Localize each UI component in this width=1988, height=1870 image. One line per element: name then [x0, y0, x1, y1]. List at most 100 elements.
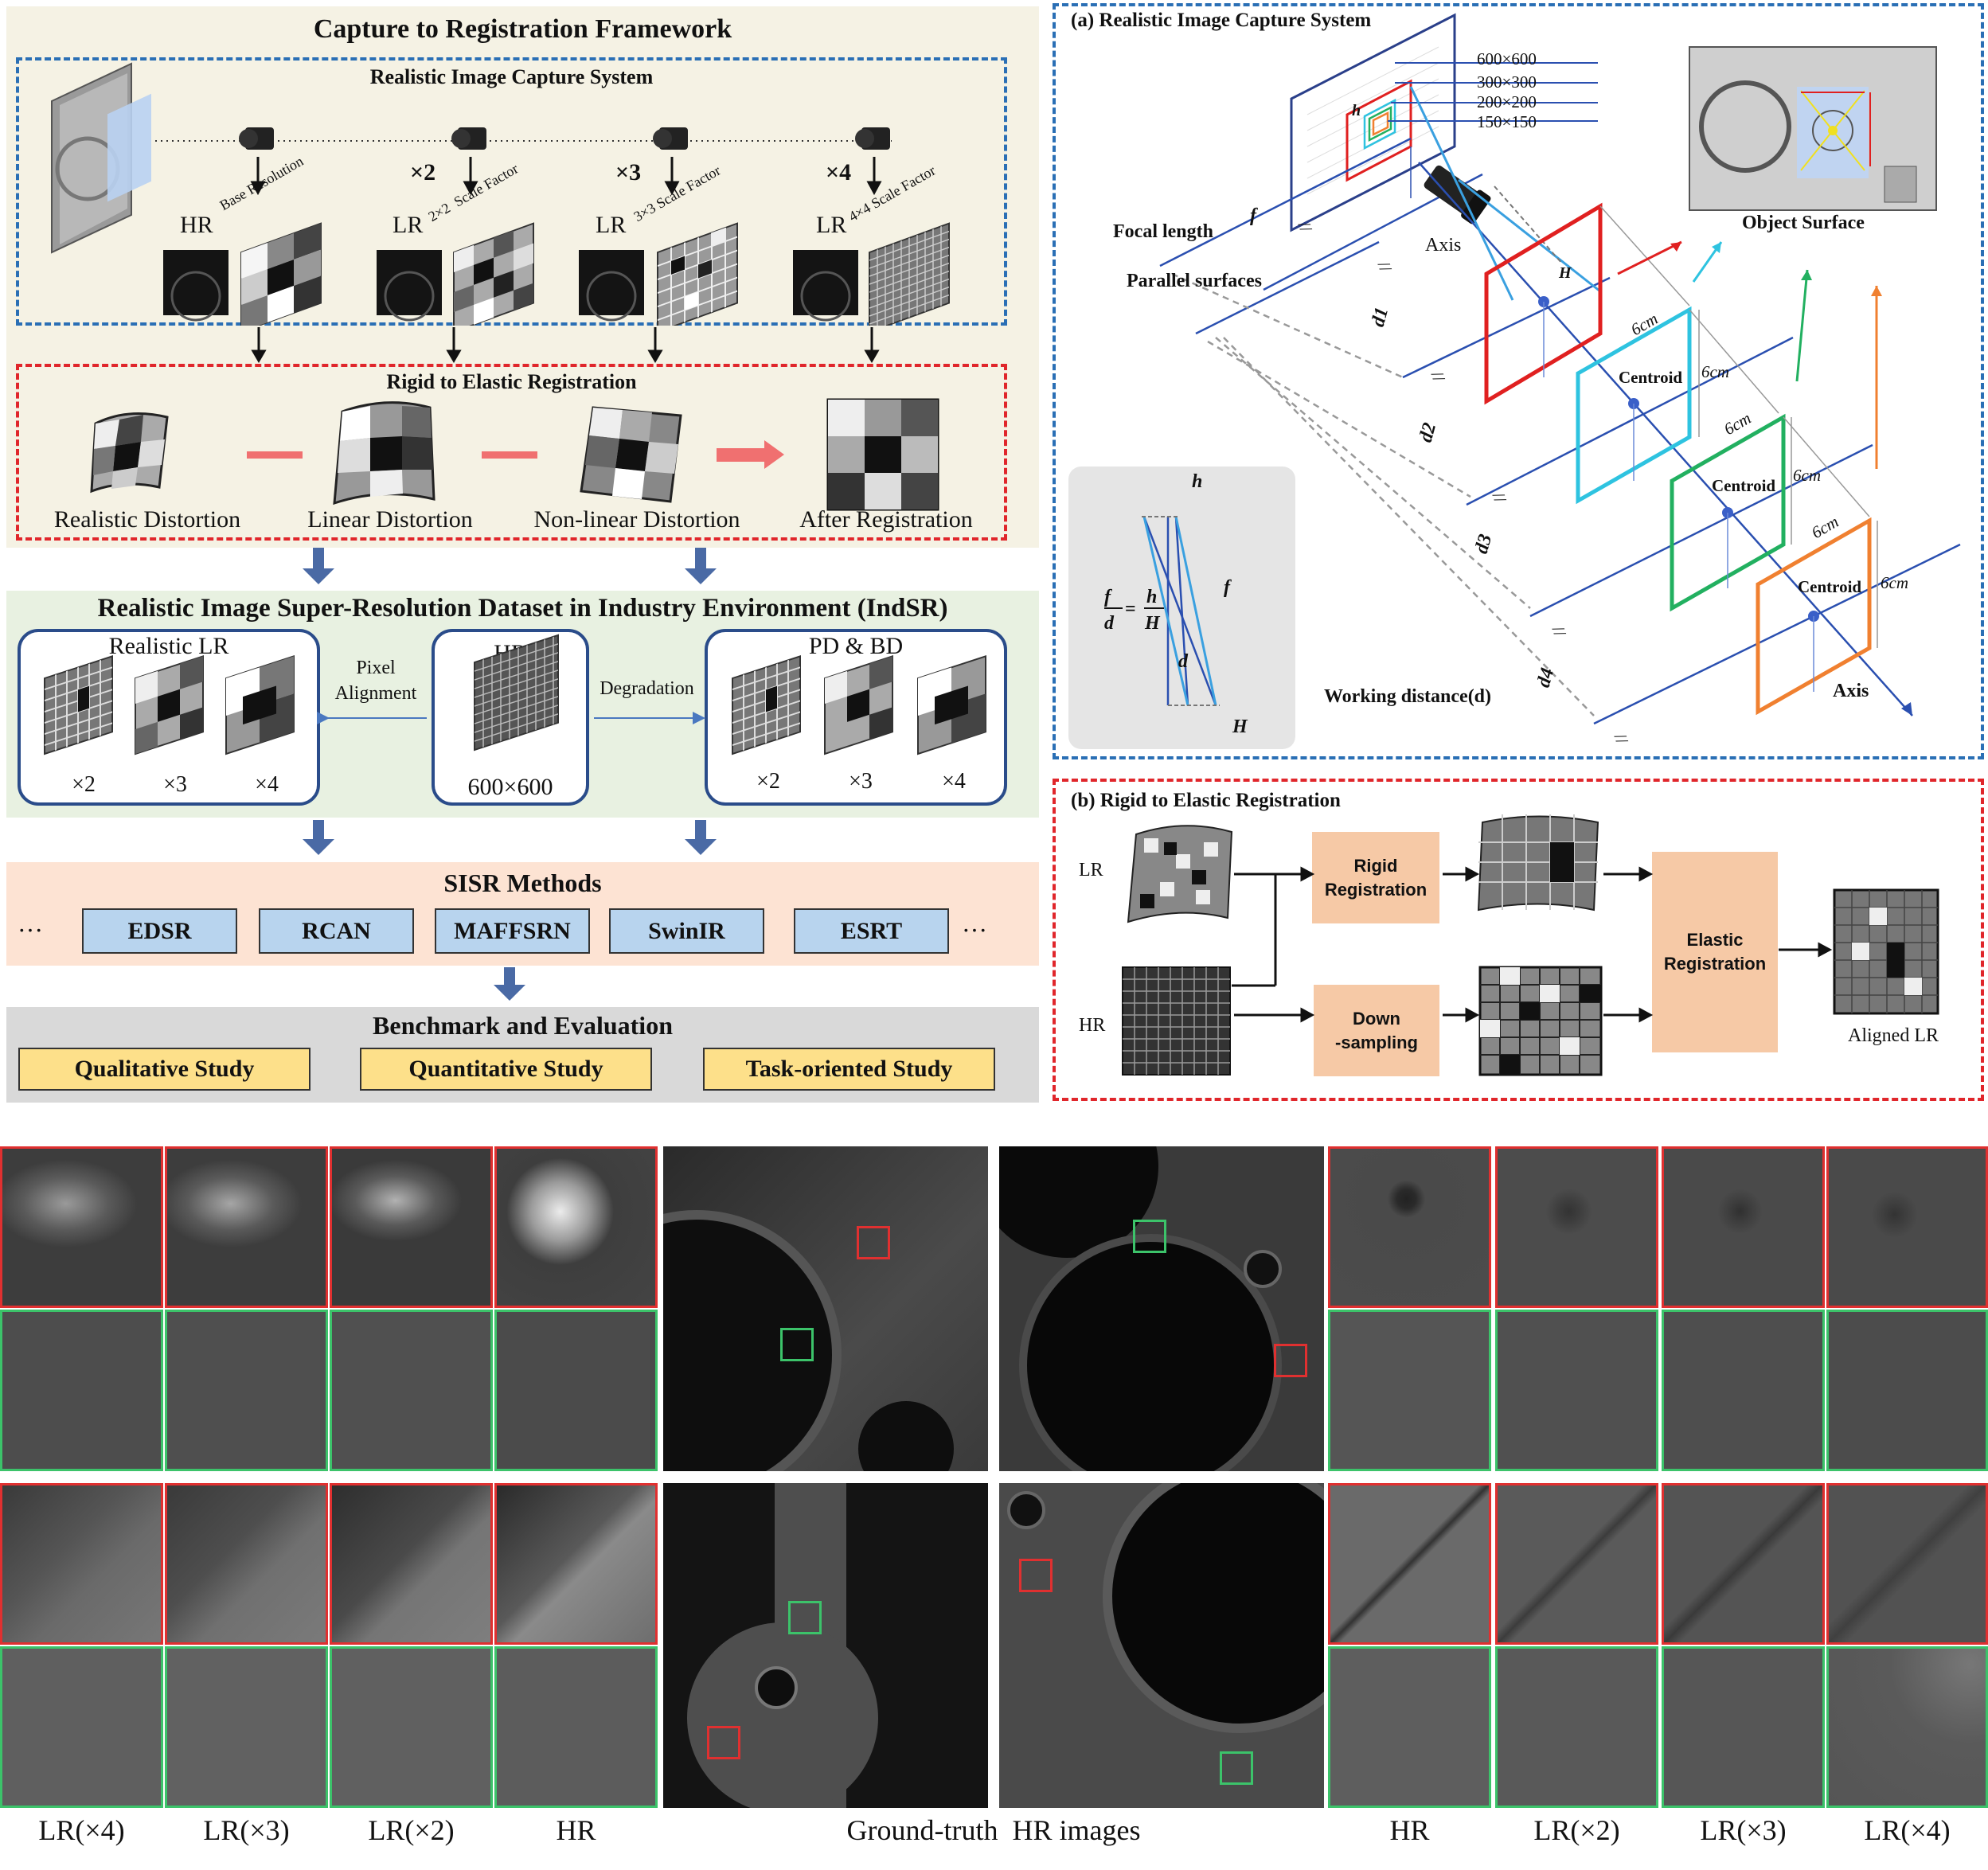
object-surface-label: Object Surface: [1742, 213, 1865, 233]
ground-truth-image: [999, 1483, 1324, 1808]
crop-tile: [0, 1483, 163, 1645]
centroid-1: Centroid: [1619, 368, 1683, 387]
capture-lr-label-x4: LR: [816, 212, 847, 238]
registration-item-realistic: Realistic Distortion: [53, 506, 241, 533]
sisr-ellipsis-right: ···: [962, 915, 987, 944]
label-right-hr: HR: [1389, 1814, 1430, 1846]
size-150: 150×150: [1477, 112, 1537, 131]
method-rcan: RCAN: [259, 908, 414, 954]
study-quantitative: Quantitative Study: [360, 1048, 652, 1091]
crop-tile: [165, 1310, 328, 1471]
crop-tile: [1495, 1483, 1658, 1645]
crop-tile: [1662, 1310, 1825, 1471]
formula-side-d: d: [1178, 651, 1188, 672]
formula-frac-H: H: [1145, 613, 1160, 634]
crop-tile: [165, 1146, 328, 1308]
crop-tile: [330, 1146, 493, 1308]
big-arrows-2: [303, 820, 717, 855]
ground-truth-image: [663, 1146, 988, 1471]
crop-tile: [494, 1310, 658, 1471]
six-cm-1: 6cm: [1701, 362, 1729, 381]
sisr-ellipsis-left: ···: [18, 915, 43, 944]
formula-frac-h: h: [1146, 587, 1158, 607]
size-600: 600×600: [1477, 49, 1537, 68]
crop-tile: [330, 1483, 493, 1645]
panel-b-graphic: [1122, 814, 1939, 1076]
formula-frac-d: d: [1104, 613, 1114, 634]
crop-tile: [1328, 1483, 1491, 1645]
lr-factor-x4: ×4: [255, 772, 279, 797]
crop-tile: [330, 1310, 493, 1471]
six-cm-3: 6cm: [1881, 573, 1908, 592]
crop-tile: [494, 1646, 658, 1808]
formula-eq: =: [1125, 599, 1136, 619]
crop-tile: [1495, 1310, 1658, 1471]
axis-label-bottom: Axis: [1833, 681, 1869, 701]
parallel-surfaces-label: Parallel surfaces: [1127, 271, 1262, 291]
size-300: 300×300: [1477, 72, 1537, 92]
crop-tile: [165, 1646, 328, 1808]
pdbd-factor-x2: ×2: [756, 769, 780, 794]
capture-system-graphic: [51, 62, 950, 326]
registration-item-after: After Registration: [799, 506, 973, 533]
label-right-lr4: LR(×4): [1864, 1814, 1951, 1846]
label-left-lr4: LR(×4): [38, 1814, 125, 1846]
ground-truth-image: [663, 1483, 988, 1808]
crop-tile: [1826, 1310, 1988, 1471]
crop-tile: [0, 1146, 163, 1308]
sym-f: f: [1250, 205, 1256, 226]
ground-truth-image: [999, 1146, 1324, 1471]
size-200: 200×200: [1477, 92, 1537, 111]
big-arrow-3: [494, 967, 525, 1001]
crop-tile: [1328, 1310, 1491, 1471]
formula-bottom-H: H: [1232, 716, 1248, 737]
capture-to-registration-arrows: [251, 327, 880, 363]
capture-lr-label-x2: LR: [393, 212, 424, 238]
sisr-title: SISR Methods: [443, 869, 602, 897]
crop-tile: [1662, 1646, 1825, 1808]
lr-factor-x3: ×3: [163, 772, 187, 797]
pdbd-factor-x3: ×3: [849, 769, 873, 794]
crop-tile: [0, 1310, 163, 1471]
formula-frac-f: f: [1104, 587, 1111, 607]
centroid-3: Centroid: [1798, 577, 1862, 596]
crop-tile: [165, 1483, 328, 1645]
capture-factor-x4: ×4: [826, 159, 852, 185]
focal-length-label: Focal length: [1113, 221, 1213, 242]
crop-tile: [1662, 1146, 1825, 1308]
framework-title: Capture to Registration Framework: [313, 14, 732, 44]
formula-side-f: f: [1224, 577, 1230, 598]
sym-H: H: [1559, 264, 1572, 282]
bottom-image-grid: [0, 1146, 1988, 1847]
label-right-lr2: LR(×2): [1533, 1814, 1620, 1846]
crop-tile: [1495, 1646, 1658, 1808]
crop-tile: [1826, 1646, 1988, 1808]
capture-lr-label-x3: LR: [596, 212, 627, 238]
label-ground-truth: Ground-truth HR images: [846, 1814, 1141, 1846]
method-swinir: SwinIR: [609, 908, 764, 954]
lr-factor-x2: ×2: [72, 772, 96, 797]
crop-tile: [1495, 1146, 1658, 1308]
method-esrt: ESRT: [794, 908, 949, 954]
method-edsr: EDSR: [82, 908, 237, 954]
crop-tile: [1328, 1646, 1491, 1808]
formula-top-h: h: [1192, 471, 1203, 492]
label-left-lr2: LR(×2): [368, 1814, 455, 1846]
crop-tile: [1328, 1146, 1491, 1308]
pdbd-factor-x4: ×4: [942, 769, 966, 794]
registration-item-nonlinear: Non-linear Distortion: [533, 506, 740, 533]
crop-tile: [494, 1146, 658, 1308]
study-task-oriented: Task-oriented Study: [703, 1048, 995, 1091]
benchmark-title: Benchmark and Evaluation: [373, 1011, 673, 1040]
crop-tile: [1662, 1483, 1825, 1645]
sym-h: h: [1352, 102, 1361, 119]
crop-tile: [1826, 1483, 1988, 1645]
capture-factor-x2: ×2: [410, 159, 436, 185]
working-distance-label: Working distance(d): [1324, 686, 1492, 707]
study-qualitative: Qualitative Study: [18, 1048, 311, 1091]
crop-tile: [1826, 1146, 1988, 1308]
big-arrows-1: [303, 548, 717, 584]
crop-tile: [0, 1646, 163, 1808]
label-right-lr3: LR(×3): [1700, 1814, 1787, 1846]
capture-factor-x3: ×3: [615, 159, 642, 185]
